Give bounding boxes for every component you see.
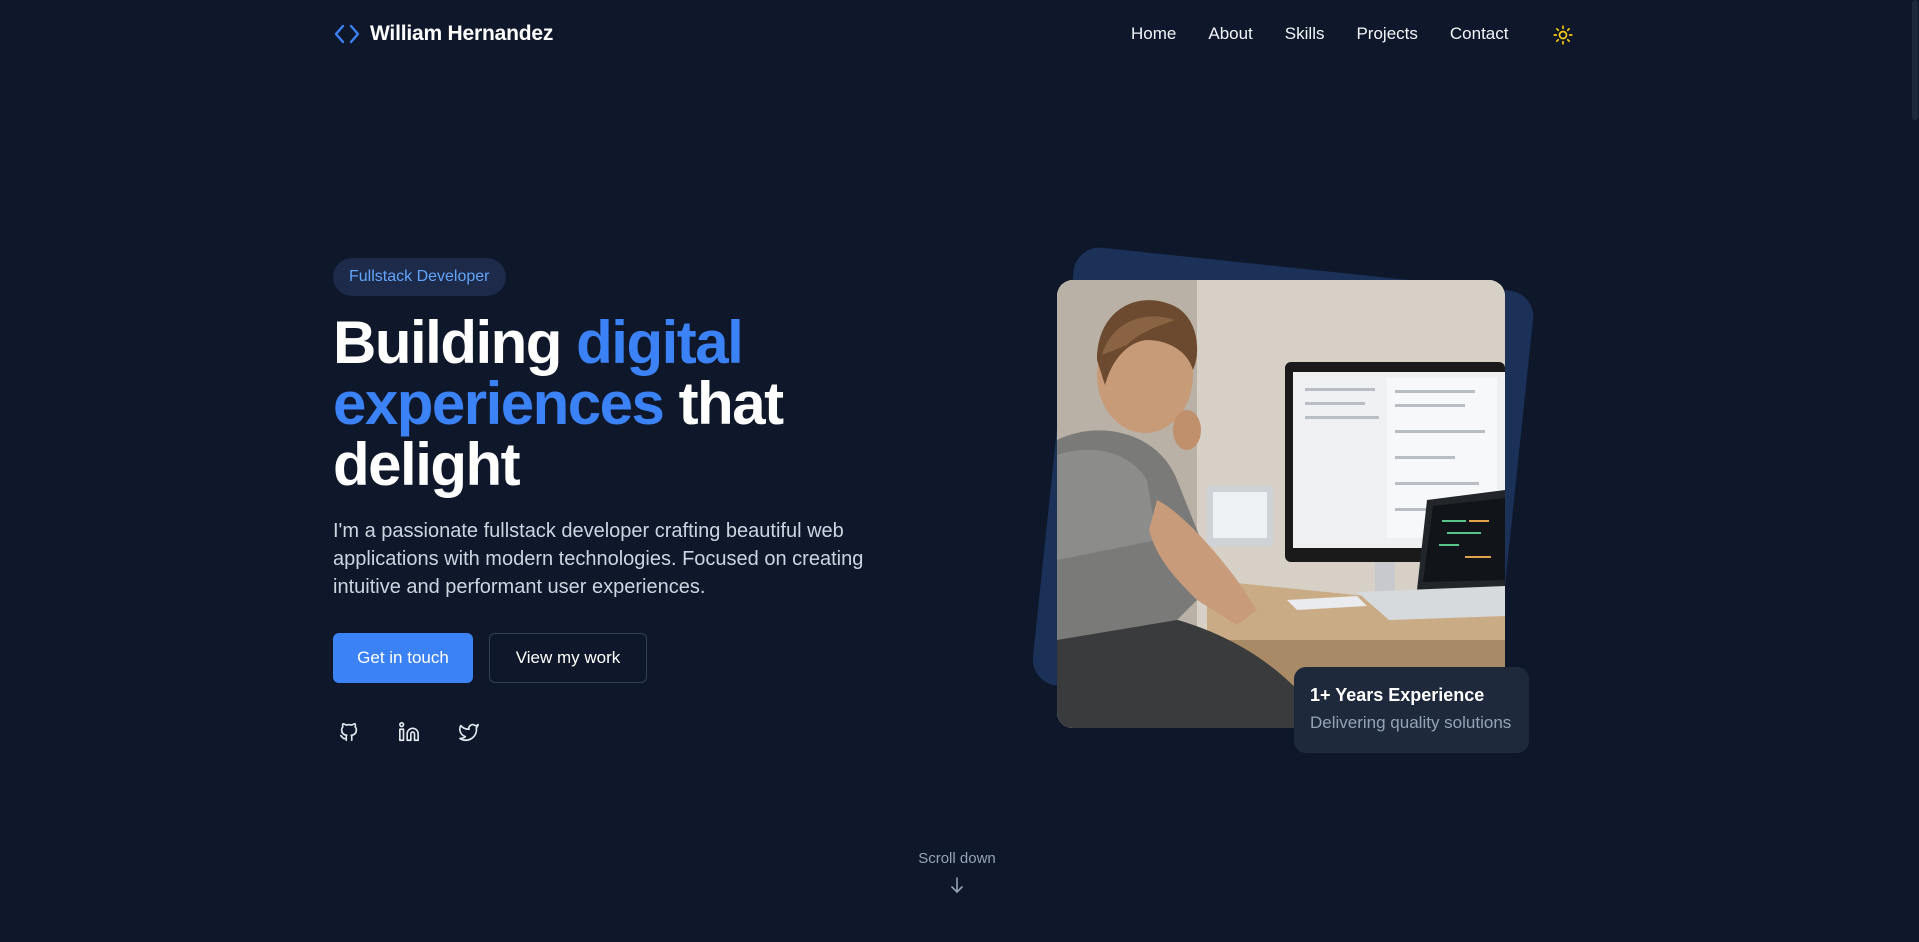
experience-subtitle: Delivering quality solutions xyxy=(1310,713,1512,732)
scrollbar-thumb[interactable] xyxy=(1912,0,1918,120)
developer-photo xyxy=(1057,280,1505,728)
nav-about[interactable]: About xyxy=(1208,24,1252,44)
hero-headline: Building digital experiences that delight xyxy=(333,312,893,495)
headline-accent: digital xyxy=(576,309,744,376)
main-nav: Home About Skills Projects Contact xyxy=(1131,24,1540,44)
headline-part: delight xyxy=(333,431,521,498)
nav-home[interactable]: Home xyxy=(1131,24,1176,44)
portfolio-page: William Hernandez Home About Skills Proj… xyxy=(0,0,1919,942)
github-icon[interactable] xyxy=(338,721,360,743)
nav-skills[interactable]: Skills xyxy=(1285,24,1325,44)
scroll-down-label[interactable]: Scroll down xyxy=(0,850,1914,867)
experience-title: 1+ Years Experience xyxy=(1310,685,1485,705)
social-links xyxy=(338,721,480,743)
role-badge: Fullstack Developer xyxy=(333,258,506,296)
nav-contact[interactable]: Contact xyxy=(1450,24,1509,44)
hero-intro: I'm a passionate fullstack developer cra… xyxy=(333,520,864,598)
sun-icon xyxy=(1553,25,1573,45)
code-brackets-icon xyxy=(333,22,361,46)
experience-card: 1+ Years Experience Delivering quality s… xyxy=(1294,667,1529,753)
headline-part: that xyxy=(663,370,785,437)
get-in-touch-button[interactable]: Get in touch xyxy=(333,633,473,683)
brand-link[interactable]: William Hernandez xyxy=(333,22,553,46)
headline-part: Building xyxy=(333,309,577,376)
twitter-icon[interactable] xyxy=(458,721,480,743)
headline-accent: experiences xyxy=(333,370,665,437)
site-header: William Hernandez Home About Skills Proj… xyxy=(0,0,1919,68)
nav-projects[interactable]: Projects xyxy=(1356,24,1417,44)
page-scrollbar[interactable] xyxy=(1911,0,1919,942)
theme-toggle-button[interactable] xyxy=(1550,22,1576,48)
view-my-work-button[interactable]: View my work xyxy=(489,633,647,683)
brand-name: William Hernandez xyxy=(370,22,554,45)
arrow-down-icon[interactable] xyxy=(949,876,965,894)
linkedin-icon[interactable] xyxy=(398,721,420,743)
